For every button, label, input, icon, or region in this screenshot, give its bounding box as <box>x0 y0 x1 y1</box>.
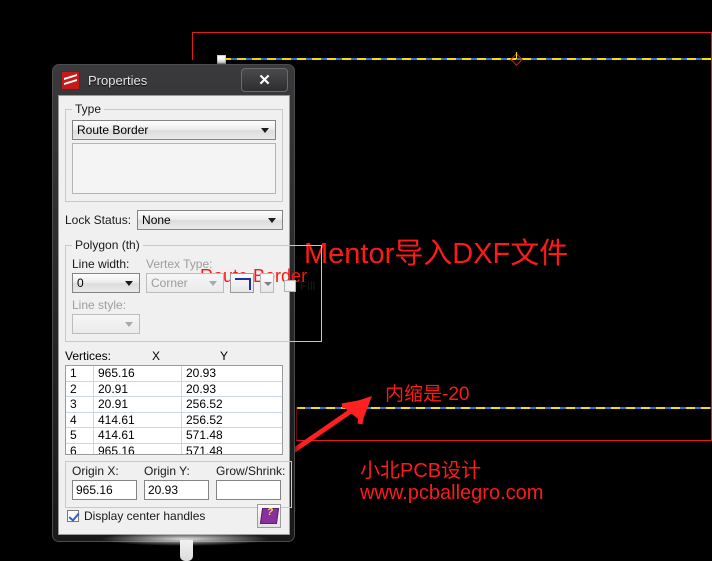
lock-status-row: Lock Status: None <box>65 210 283 230</box>
vertices-header: Vertices: X Y <box>65 349 283 363</box>
chevron-down-icon <box>125 281 133 286</box>
table-row[interactable]: 2 20.91 20.93 <box>66 381 282 398</box>
dimension-line-bottom <box>296 407 712 409</box>
vertex-x: 414.61 <box>94 412 182 428</box>
origin-x-wrap: Origin X: 965.16 <box>72 464 137 500</box>
vertices-label: Vertices: <box>65 349 112 363</box>
corner-shape-icon[interactable] <box>230 273 254 293</box>
type-listbox[interactable] <box>72 143 276 194</box>
line-width-combo[interactable]: 0 <box>72 273 140 293</box>
dimension-line-top <box>222 58 712 60</box>
help-book-icon <box>259 508 279 524</box>
display-center-handles-label: Display center handles <box>84 509 206 523</box>
lock-status-value: None <box>142 213 171 227</box>
vertex-y: 571.48 <box>186 443 223 455</box>
vertex-x: 20.91 <box>94 397 182 412</box>
vertex-y: 256.52 <box>186 397 223 412</box>
vertex-type-value: Corner <box>151 276 188 290</box>
chevron-down-icon <box>268 218 276 223</box>
display-center-handles-row[interactable]: Display center handles <box>67 509 205 523</box>
vertices-col-y: Y <box>219 349 228 363</box>
dimension-tick-top <box>516 52 517 59</box>
vertex-y: 571.48 <box>186 428 223 443</box>
route-border-left-line <box>192 32 193 60</box>
vertices-col-x: X <box>151 349 160 363</box>
annotation-title: Mentor导入DXF文件 <box>304 238 569 270</box>
chevron-down-icon <box>261 128 269 133</box>
route-border-bottom-line <box>296 440 712 441</box>
grow-shrink-wrap: Grow/Shrink: <box>216 464 285 500</box>
vertex-x: 20.91 <box>94 381 182 397</box>
vertex-handle-square[interactable] <box>217 55 226 64</box>
fill-checkbox[interactable] <box>284 280 296 292</box>
close-button[interactable]: ✕ <box>241 68 288 92</box>
dialog-title: Properties <box>88 72 148 88</box>
grow-shrink-field[interactable] <box>216 480 281 500</box>
origin-x-field[interactable]: 965.16 <box>72 480 137 500</box>
vertex-type-combo[interactable]: Corner <box>146 273 224 293</box>
line-width-label: Line width: <box>72 257 130 271</box>
chevron-down-icon <box>209 281 217 286</box>
origin-row: Origin X: 965.16 Origin Y: 20.93 Grow/Sh… <box>72 464 285 500</box>
line-width-value: 0 <box>77 276 84 290</box>
annotation-brand: 小北PCB设计 <box>360 460 482 482</box>
vertex-y: 256.52 <box>186 412 223 427</box>
polygon-group-legend: Polygon (th) <box>75 238 140 252</box>
origin-y-wrap: Origin Y: 20.93 <box>144 464 209 500</box>
vertex-y: 20.93 <box>186 381 217 396</box>
display-center-handles-checkbox[interactable] <box>67 510 79 522</box>
corner-shape-dropdown-icon[interactable] <box>260 273 274 293</box>
vertex-x: 965.16 <box>94 443 182 454</box>
table-row[interactable]: 1 965.16 20.93 <box>66 366 282 382</box>
type-combo[interactable]: Route Border <box>72 120 276 140</box>
vertex-index: 4 <box>66 412 94 428</box>
help-button[interactable] <box>257 504 281 528</box>
origin-y-label: Origin Y: <box>144 464 190 478</box>
dialog-body: Type Route Border Route Border Lock Stat… <box>58 95 323 535</box>
vertex-index: 2 <box>66 381 94 397</box>
line-width-field-wrap: Line width: 0 <box>72 257 140 293</box>
layers-red-icon <box>61 70 80 90</box>
origin-group: Origin X: 965.16 Origin Y: 20.93 Grow/Sh… <box>65 461 293 508</box>
route-border-top-line <box>192 32 712 33</box>
annotation-website: www.pcballegro.com <box>360 482 544 504</box>
origin-y-field[interactable]: 20.93 <box>144 480 209 500</box>
table-row[interactable]: 6 965.16 571.48 <box>66 443 282 455</box>
type-combo-value: Route Border <box>77 123 149 137</box>
table-row[interactable]: 4 414.61 256.52 <box>66 412 282 429</box>
type-group: Type Route Border Route Border <box>65 102 307 286</box>
vertex-index: 5 <box>66 428 94 443</box>
route-border-inner-line <box>296 407 297 440</box>
origin-x-label: Origin X: <box>72 464 119 478</box>
vertex-x: 414.61 <box>94 428 182 443</box>
annotation-shrink-note: 内缩是-20 <box>385 384 470 405</box>
line-style-label: Line style: <box>72 298 127 312</box>
dialog-titlebar[interactable]: Properties ✕ <box>53 65 294 95</box>
line-style-combo[interactable] <box>72 314 140 334</box>
vertices-table[interactable]: 1 965.16 20.93 2 20.91 20.93 3 20.91 256… <box>65 365 283 455</box>
polygon-group: Polygon (th) Line width: 0 Vertex Type: … <box>65 238 323 342</box>
vertex-index: 1 <box>66 366 94 381</box>
dialog-footer: Display center handles <box>59 504 289 528</box>
lock-status-combo[interactable]: None <box>137 210 283 230</box>
vertex-x: 965.16 <box>94 366 182 381</box>
lock-status-label: Lock Status: <box>65 213 132 227</box>
type-group-legend: Type <box>75 102 102 116</box>
vertex-index: 3 <box>66 397 94 412</box>
line-style-field-wrap: Line style: <box>72 298 315 334</box>
table-row[interactable]: 3 20.91 256.52 <box>66 397 282 413</box>
dialog-bottom-tab <box>180 540 193 561</box>
chevron-down-icon <box>125 322 133 327</box>
properties-dialog[interactable]: Properties ✕ Type Route Border Route Bor… <box>52 64 323 542</box>
grow-shrink-label: Grow/Shrink: <box>216 464 286 478</box>
vertex-y: 20.93 <box>186 366 217 380</box>
table-row[interactable]: 5 414.61 571.48 <box>66 428 282 444</box>
vertex-type-field-wrap: Vertex Type: Corner <box>146 257 224 293</box>
vertex-index: 6 <box>66 443 94 454</box>
